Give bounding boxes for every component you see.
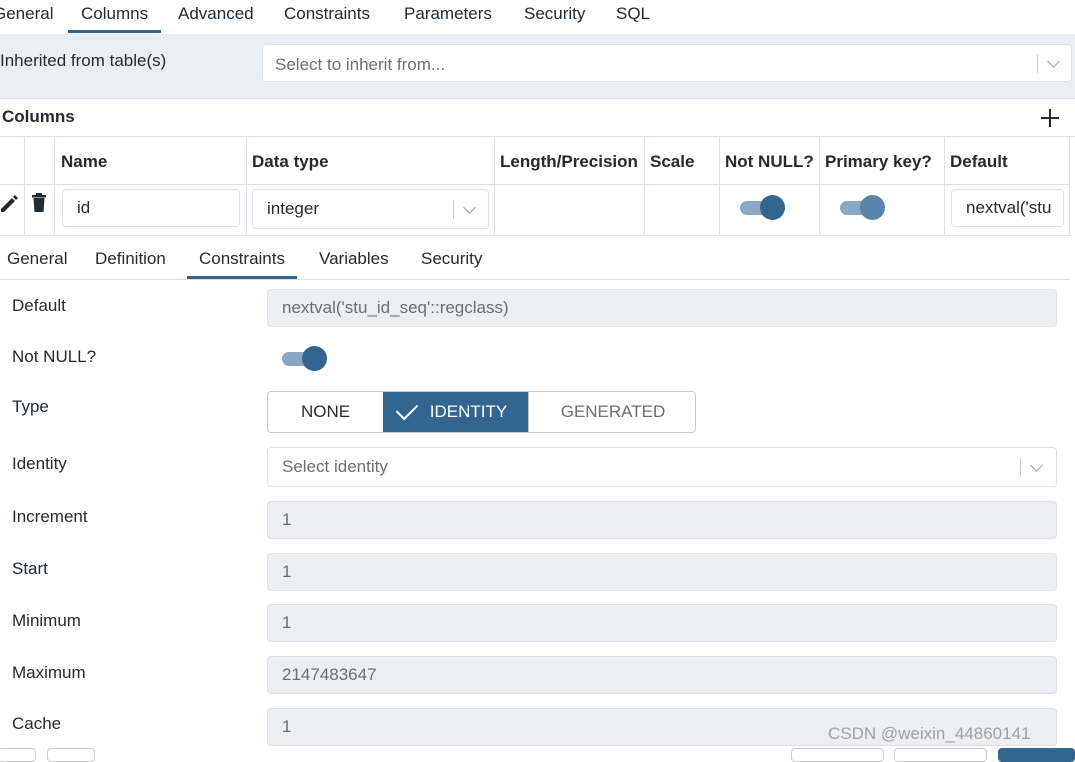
header-scale[interactable]: Scale <box>650 152 694 172</box>
select-separator <box>453 200 454 219</box>
tab-advanced[interactable]: Advanced <box>178 4 254 30</box>
subtab-security[interactable]: Security <box>421 249 482 276</box>
subtab-general[interactable]: General <box>7 249 67 276</box>
increment-label: Increment <box>12 507 88 526</box>
header-length-precision[interactable]: Length/Precision <box>500 152 638 172</box>
form-not-null-toggle[interactable] <box>282 345 328 371</box>
minimum-label: Minimum <box>12 611 81 630</box>
footer-primary-button[interactable] <box>998 748 1075 762</box>
not-null-label: Not NULL? <box>12 347 97 366</box>
footer-button[interactable] <box>0 748 36 762</box>
identity-placeholder: Select identity <box>282 457 388 476</box>
identity-select[interactable]: Select identity <box>267 447 1057 487</box>
edit-pencil-icon[interactable] <box>0 193 18 213</box>
chevron-down-icon[interactable] <box>463 201 476 214</box>
grid-divider <box>719 137 720 235</box>
increment-field[interactable]: 1 <box>267 501 1057 539</box>
start-field[interactable]: 1 <box>267 553 1057 591</box>
grid-divider <box>1069 137 1070 235</box>
type-identity-label: IDENTITY <box>429 402 508 421</box>
maximum-field[interactable]: 2147483647 <box>267 656 1057 694</box>
watermark: CSDN @weixin_44860141 <box>828 724 1031 743</box>
tab-constraints[interactable]: Constraints <box>284 4 370 30</box>
trash-icon[interactable] <box>31 193 47 213</box>
footer-button[interactable] <box>791 748 884 762</box>
chevron-down-icon[interactable] <box>1030 459 1043 472</box>
default-value-field[interactable]: nextval('stu_id_seq'::regclass) <box>267 289 1057 327</box>
inherit-placeholder: Select to inherit from... <box>275 55 446 74</box>
maximum-label: Maximum <box>12 663 86 682</box>
header-default[interactable]: Default <box>950 152 1008 172</box>
identity-label: Identity <box>12 454 67 473</box>
subtab-variables[interactable]: Variables <box>319 249 389 276</box>
grid-divider <box>54 137 55 235</box>
default-cell-input[interactable]: nextval('stu <box>951 189 1064 227</box>
tab-general[interactable]: General <box>0 4 53 30</box>
toggle-knob <box>860 195 885 220</box>
header-name[interactable]: Name <box>61 152 107 172</box>
type-label: Type <box>12 397 49 416</box>
header-data-type[interactable]: Data type <box>252 152 329 172</box>
top-tab-bar: General Columns Advanced Constraints Par… <box>0 0 1075 35</box>
start-label: Start <box>12 559 48 578</box>
inherit-select[interactable]: Select to inherit from... <box>262 44 1072 82</box>
columns-header <box>0 98 1075 137</box>
grid-divider <box>819 137 820 235</box>
data-type-select[interactable]: integer <box>252 189 489 229</box>
type-identity-button[interactable]: IDENTITY <box>383 392 528 432</box>
grid-divider <box>644 137 645 235</box>
tab-columns[interactable]: Columns <box>68 4 162 33</box>
subtab-constraints[interactable]: Constraints <box>187 249 297 279</box>
type-generated-button[interactable]: GENERATED <box>528 392 695 432</box>
default-label: Default <box>12 296 66 315</box>
tab-security[interactable]: Security <box>524 4 585 30</box>
footer-button[interactable] <box>894 748 987 762</box>
tab-parameters[interactable]: Parameters <box>404 4 492 30</box>
chevron-down-icon[interactable] <box>1047 55 1060 68</box>
minimum-field[interactable]: 1 <box>267 604 1057 642</box>
columns-title: Columns <box>2 107 75 126</box>
footer-button[interactable] <box>47 748 95 762</box>
header-primary-key[interactable]: Primary key? <box>825 152 932 172</box>
data-type-value: integer <box>267 199 319 218</box>
column-name-input[interactable]: id <box>62 189 240 227</box>
grid-divider <box>246 137 247 235</box>
grid-divider <box>24 137 25 235</box>
select-separator <box>1037 54 1038 73</box>
toggle-knob <box>302 346 327 371</box>
add-column-icon[interactable] <box>1038 106 1062 130</box>
cache-label: Cache <box>12 714 62 733</box>
primary-key-toggle[interactable] <box>840 194 886 220</box>
subtab-definition[interactable]: Definition <box>95 249 166 276</box>
grid-divider <box>944 137 945 235</box>
type-none-button[interactable]: NONE <box>268 392 383 432</box>
type-segmented-control: NONE IDENTITY GENERATED <box>267 391 696 433</box>
tab-sql[interactable]: SQL <box>616 4 650 30</box>
select-separator <box>1020 458 1021 477</box>
toggle-knob <box>760 195 785 220</box>
inherit-label: Inherited from table(s) <box>0 51 167 70</box>
grid-divider <box>494 137 495 235</box>
not-null-toggle[interactable] <box>740 194 786 220</box>
header-not-null[interactable]: Not NULL? <box>725 152 814 172</box>
